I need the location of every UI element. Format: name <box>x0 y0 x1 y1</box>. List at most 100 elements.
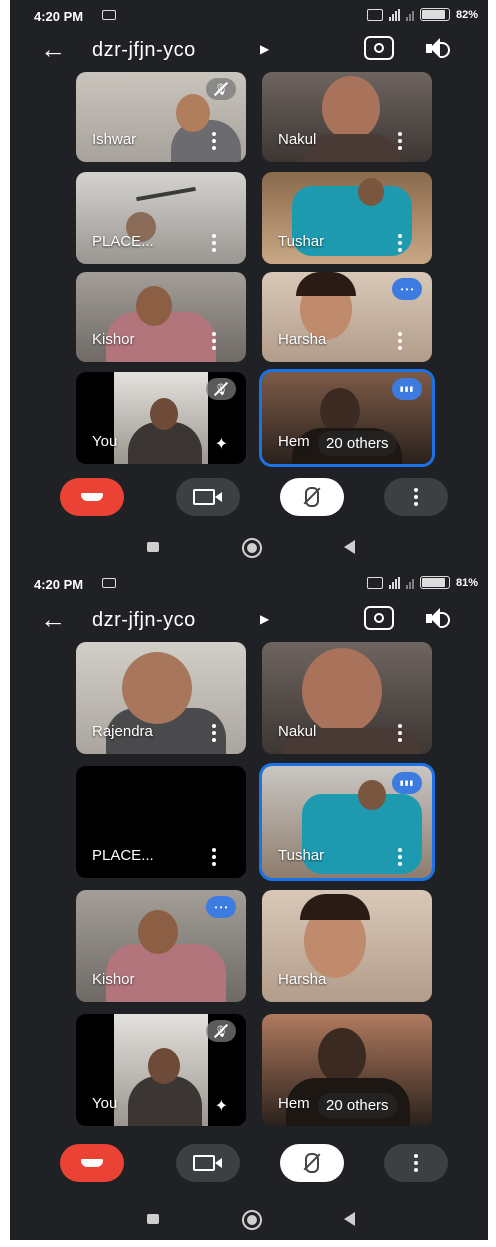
camera-toggle-button[interactable] <box>176 478 240 516</box>
recents-icon[interactable] <box>147 542 159 552</box>
meeting-top-bar: ← dzr-jfjn-yco ▶ <box>10 30 488 74</box>
end-call-button[interactable] <box>60 478 124 516</box>
mic-toggle-button[interactable] <box>280 1144 344 1182</box>
mic-off-icon <box>305 487 319 507</box>
speaking-indicator-icon <box>392 378 422 400</box>
participant-tile[interactable]: Nakul <box>262 642 432 754</box>
switch-camera-icon[interactable] <box>364 606 394 630</box>
speaker-icon[interactable] <box>426 38 452 60</box>
more-vert-icon[interactable] <box>212 132 216 150</box>
status-time: 4:20 PM <box>34 577 84 592</box>
sim-icon <box>366 576 383 589</box>
meeting-top-bar: ← dzr-jfjn-yco ▶ <box>10 600 488 644</box>
more-vert-icon[interactable] <box>212 848 216 866</box>
more-vert-icon <box>414 1154 418 1172</box>
participant-tile[interactable]: Harsha <box>262 890 432 1002</box>
participant-tile[interactable]: Ishwar <box>76 72 246 162</box>
effects-sparkle-icon[interactable]: ✦ <box>215 1096 228 1116</box>
recents-icon[interactable] <box>147 1214 159 1224</box>
participant-tile[interactable]: Rajendra <box>76 642 246 754</box>
system-nav-bar <box>10 1200 488 1240</box>
mic-off-icon <box>305 1153 319 1173</box>
participant-name: Harsha <box>278 971 327 988</box>
screen-record-icon <box>102 10 116 20</box>
participant-name: You <box>92 433 118 450</box>
back-arrow-icon[interactable]: ← <box>40 36 66 62</box>
caret-right-icon[interactable]: ▶ <box>260 42 269 56</box>
more-vert-icon[interactable] <box>212 332 216 350</box>
back-nav-icon[interactable] <box>344 1212 355 1226</box>
battery-icon <box>419 576 450 589</box>
back-nav-icon[interactable] <box>344 540 355 554</box>
status-bar: 4:20 PM 81% <box>10 568 488 598</box>
speaker-icon[interactable] <box>426 608 452 630</box>
battery-percent: 81% <box>455 576 478 589</box>
participant-name: Rajendra <box>92 723 153 740</box>
others-count-label[interactable]: 20 others <box>318 431 397 456</box>
signal-icon <box>388 8 400 21</box>
participant-name: Nakul <box>278 131 317 148</box>
home-icon[interactable] <box>242 1210 262 1230</box>
more-vert-icon[interactable] <box>398 234 402 252</box>
switch-camera-icon[interactable] <box>364 36 394 60</box>
participant-name: Harsha <box>278 331 327 348</box>
home-icon[interactable] <box>242 538 262 558</box>
end-call-icon <box>81 1159 103 1167</box>
more-vert-icon[interactable] <box>398 132 402 150</box>
signal-icon-2 <box>405 577 414 589</box>
participant-tile[interactable]: PLACE... <box>76 172 246 264</box>
more-options-button[interactable] <box>384 478 448 516</box>
end-call-icon <box>81 493 103 501</box>
self-view-tile[interactable]: You ✦ <box>76 1014 246 1126</box>
mic-off-icon <box>206 78 236 100</box>
camera-toggle-button[interactable] <box>176 1144 240 1182</box>
participant-tile[interactable]: Tushar <box>262 766 432 878</box>
battery-percent: 82% <box>455 8 478 21</box>
status-bar: 4:20 PM 82% <box>10 0 488 30</box>
participant-tile[interactable]: Kishor <box>76 890 246 1002</box>
system-nav-bar <box>10 528 488 568</box>
call-controls <box>10 1136 488 1192</box>
effects-sparkle-icon[interactable]: ✦ <box>215 434 228 454</box>
signal-icon <box>388 576 400 589</box>
participant-name: Hem <box>278 1095 310 1112</box>
call-controls <box>10 470 488 526</box>
self-view-tile[interactable]: You ✦ <box>76 372 246 464</box>
signal-icon-2 <box>405 9 414 21</box>
meeting-code[interactable]: dzr-jfjn-yco <box>92 609 196 632</box>
more-vert-icon[interactable] <box>398 848 402 866</box>
participant-name: Tushar <box>278 847 325 864</box>
more-vert-icon[interactable] <box>212 724 216 742</box>
participant-name: Tushar <box>278 233 325 250</box>
battery-icon <box>419 8 450 21</box>
participant-name: PLACE... <box>92 847 154 864</box>
participant-tile[interactable]: Hem 20 others <box>262 372 432 464</box>
participant-name: Kishor <box>92 971 135 988</box>
screen-record-icon <box>102 578 116 588</box>
meet-screen-2: 4:20 PM 81% ← dzr-jfjn-yco ▶ Rajendra Na… <box>10 568 488 1240</box>
more-vert-icon[interactable] <box>398 332 402 350</box>
more-options-button[interactable] <box>384 1144 448 1182</box>
mic-off-icon <box>206 1020 236 1042</box>
participant-name: PLACE... <box>92 233 154 250</box>
participant-tile[interactable]: PLACE... <box>76 766 246 878</box>
options-dots-icon <box>392 278 422 300</box>
participant-tile[interactable]: Kishor <box>76 272 246 362</box>
participant-tile[interactable]: Nakul <box>262 72 432 162</box>
caret-right-icon[interactable]: ▶ <box>260 612 269 626</box>
meet-screen-1: 4:20 PM 82% ← dzr-jfjn-yco ▶ Ishwar Naku… <box>10 0 488 568</box>
more-vert-icon[interactable] <box>398 724 402 742</box>
participant-name: Ishwar <box>92 131 137 148</box>
participant-tile[interactable]: Hem 20 others <box>262 1014 432 1126</box>
participant-name: Nakul <box>278 723 317 740</box>
end-call-button[interactable] <box>60 1144 124 1182</box>
sim-icon <box>366 8 383 21</box>
mic-toggle-button[interactable] <box>280 478 344 516</box>
others-count-label[interactable]: 20 others <box>318 1093 397 1118</box>
mic-off-icon <box>206 378 236 400</box>
meeting-code[interactable]: dzr-jfjn-yco <box>92 39 196 62</box>
participant-tile[interactable]: Harsha <box>262 272 432 362</box>
more-vert-icon[interactable] <box>212 234 216 252</box>
back-arrow-icon[interactable]: ← <box>40 606 66 632</box>
participant-tile[interactable]: Tushar <box>262 172 432 264</box>
